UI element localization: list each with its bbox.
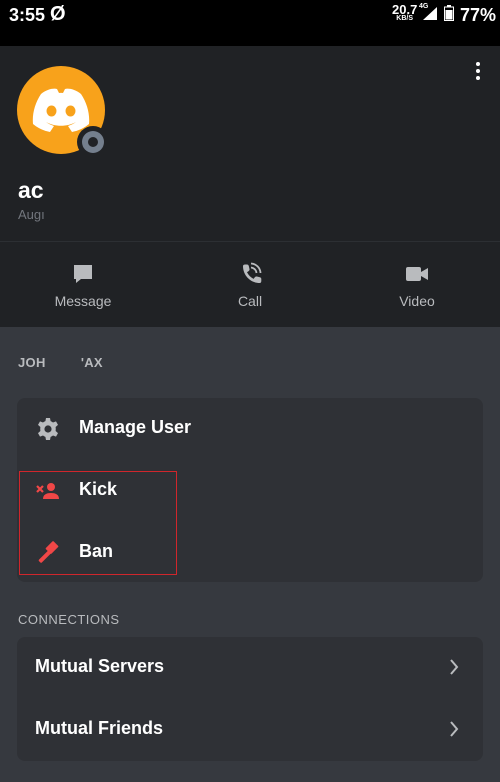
call-label: Call [237,293,263,309]
ban-button[interactable]: Ban [17,522,483,584]
moderation-card: Manage User Kick Ban [17,398,483,582]
more-dot-icon [476,76,480,80]
manage-user-label: Manage User [79,417,192,437]
mutual-servers-button[interactable]: Mutual Servers [17,637,483,699]
mutual-friends-label: Mutual Friends [35,718,164,738]
message-button[interactable]: Message [3,242,163,328]
more-options-button[interactable] [470,60,486,82]
roles-section-label: JOH 'AX [18,355,103,370]
gear-icon [38,418,58,440]
more-dot-icon [476,62,480,66]
kick-label: Kick [79,479,118,499]
manage-user-button[interactable]: Manage User [17,398,483,460]
video-icon [406,267,428,281]
battery-icon [444,5,454,21]
status-bar: 3:55 Ø 20.7 KB/S 4G 77% [0,0,500,46]
signal-icon [423,7,437,20]
action-row: Message Call Video [0,241,500,327]
chevron-right-icon [450,659,459,675]
user-subtext: Augı [18,207,45,222]
ban-label: Ban [79,541,114,561]
more-dot-icon [476,69,480,73]
connections-section-label: CONNECTIONS [18,612,120,627]
network-speed: 20.7 KB/S [392,3,417,23]
status-time: 3:55 [9,5,46,25]
message-label: Message [54,293,112,309]
status-notification-icon: Ø [50,3,66,25]
call-button[interactable]: Call [170,242,330,328]
chevron-right-icon [450,721,459,737]
discord-logo-icon [32,88,90,132]
kick-button[interactable]: Kick [17,460,483,522]
kick-user-icon [36,483,59,499]
call-icon [243,262,262,283]
video-label: Video [399,293,435,309]
message-icon [74,265,92,283]
video-button[interactable]: Video [337,242,497,328]
profile-header: ac Augı [0,46,500,241]
mutual-servers-label: Mutual Servers [35,656,165,676]
mutual-friends-button[interactable]: Mutual Friends [17,699,483,761]
hammer-icon [38,541,59,563]
connections-card: Mutual Servers Mutual Friends [17,637,483,761]
battery-percentage: 77% [460,5,497,25]
username: ac [18,177,44,203]
status-indicator-icon [77,126,109,158]
